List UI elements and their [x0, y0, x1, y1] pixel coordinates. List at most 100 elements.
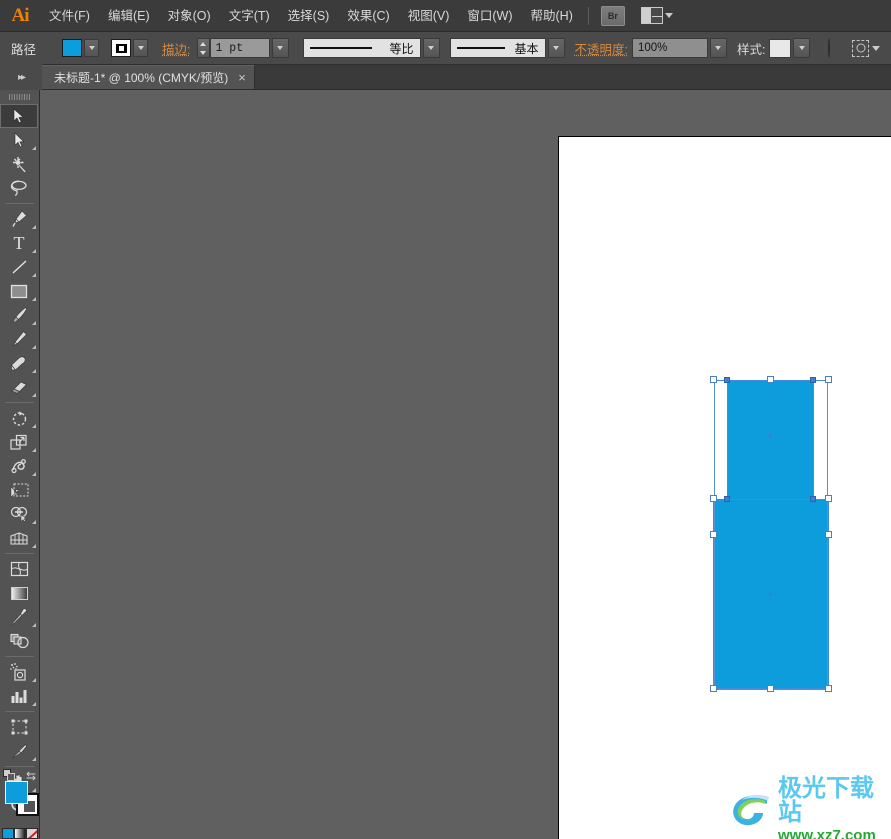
menu-view[interactable]: 视图(V) — [399, 0, 459, 32]
color-button[interactable] — [2, 828, 14, 839]
selection-handle-top-right[interactable] — [825, 376, 832, 383]
arrange-documents-button[interactable] — [641, 7, 673, 24]
brush-dropdown-button[interactable] — [548, 38, 565, 58]
paintbrush-tool[interactable] — [0, 303, 38, 327]
rotate-tool[interactable] — [0, 406, 38, 430]
menu-select[interactable]: 选择(S) — [279, 0, 339, 32]
menu-type[interactable]: 文字(T) — [220, 0, 279, 32]
stroke-link-label[interactable]: 描边: — [162, 39, 190, 58]
opacity-input[interactable]: 100% — [632, 38, 708, 58]
mesh-tool[interactable] — [0, 557, 38, 581]
lasso-tool[interactable] — [0, 176, 38, 200]
anchor-point-mid-right[interactable] — [810, 496, 816, 502]
selection-handle-middle-right[interactable] — [825, 531, 832, 538]
width-profile-select[interactable]: 等比 — [303, 38, 421, 58]
stroke-dropdown-button[interactable] — [133, 39, 148, 57]
flyout-indicator-icon — [32, 674, 36, 682]
rectangle-tool[interactable] — [0, 279, 38, 303]
flyout-indicator-icon — [32, 341, 36, 349]
menu-effect[interactable]: 效果(C) — [338, 0, 398, 32]
close-icon[interactable]: × — [238, 71, 246, 84]
symbol-sprayer-tool[interactable] — [0, 660, 38, 684]
blend-tool[interactable] — [0, 629, 38, 653]
gradient-tool[interactable] — [0, 581, 38, 605]
flyout-indicator-icon — [32, 389, 36, 397]
stroke-swatch[interactable] — [111, 39, 131, 57]
variable-width-profile-control[interactable]: 等比 — [303, 38, 440, 58]
none-button[interactable] — [26, 828, 38, 839]
fill-swatch[interactable] — [62, 39, 82, 57]
opacity-link-label[interactable]: 不透明度: — [575, 39, 628, 58]
menu-file[interactable]: 文件(F) — [40, 0, 99, 32]
transform-options-button[interactable] — [848, 38, 884, 59]
stroke-color-control[interactable] — [111, 39, 148, 57]
bridge-icon[interactable]: Br — [601, 6, 625, 26]
line-segment-tool[interactable] — [0, 255, 38, 279]
menu-object[interactable]: 对象(O) — [159, 0, 220, 32]
arrange-grid-icon — [641, 7, 663, 24]
scale-tool[interactable] — [0, 430, 38, 454]
selection-handle-middle-left[interactable] — [710, 531, 717, 538]
brush-select[interactable]: 基本 — [450, 38, 546, 58]
selection-handle-bottom-center[interactable] — [767, 685, 774, 692]
column-graph-tool[interactable] — [0, 684, 38, 708]
document-tab[interactable]: 未标题-1* @ 100% (CMYK/预览) × — [42, 65, 255, 89]
selection-handle-bottom-right[interactable] — [825, 685, 832, 692]
graphic-style-control[interactable]: 样式: — [737, 38, 810, 58]
rectangle-top[interactable] — [727, 381, 814, 499]
anchor-point-top-left[interactable] — [724, 377, 730, 383]
brush-definition-control[interactable]: 基本 — [450, 38, 565, 58]
selection-handle-bottom-left[interactable] — [710, 685, 717, 692]
blob-brush-tool[interactable] — [0, 351, 38, 375]
pen-tool[interactable] — [0, 207, 38, 231]
gradient-button[interactable] — [14, 828, 26, 839]
stroke-weight-stepper[interactable] — [197, 38, 210, 58]
selection-handle-mid-left-upper[interactable] — [710, 495, 717, 502]
perspective-grid-tool[interactable] — [0, 526, 38, 550]
tool-divider — [5, 766, 34, 767]
eyedropper-tool[interactable] — [0, 605, 38, 629]
style-dropdown-button[interactable] — [793, 38, 810, 58]
panel-collapse-button[interactable]: ▸▸ — [0, 65, 42, 90]
canvas-area[interactable]: 极光下载站 www.xz7.com — [40, 90, 891, 839]
free-transform-tool[interactable] — [0, 478, 38, 502]
opacity-dropdown-button[interactable] — [710, 38, 727, 58]
fill-color-control[interactable] — [62, 39, 99, 57]
selection-tool[interactable] — [0, 104, 38, 128]
recolor-artwork-icon[interactable] — [828, 38, 830, 58]
fill-dropdown-button[interactable] — [84, 39, 99, 57]
direct-selection-tool[interactable] — [0, 128, 38, 152]
shape-builder-tool[interactable] — [0, 502, 38, 526]
stroke-weight-control[interactable]: 描边: 1 pt — [162, 38, 288, 58]
slice-tool[interactable] — [0, 739, 38, 763]
watermark: 极光下载站 www.xz7.com — [729, 785, 887, 835]
tools-panel-grip[interactable] — [0, 90, 39, 104]
menu-help[interactable]: 帮助(H) — [522, 0, 582, 32]
artboard-tool[interactable] — [0, 715, 38, 739]
menu-window[interactable]: 窗口(W) — [458, 0, 521, 32]
transform-icon — [852, 40, 869, 57]
anchor-point-mid-left[interactable] — [724, 496, 730, 502]
stepper-down-icon[interactable] — [200, 51, 206, 55]
pencil-tool[interactable] — [0, 327, 38, 351]
selection-handle-top-center[interactable] — [767, 376, 774, 383]
width-profile-dropdown-button[interactable] — [423, 38, 440, 58]
selection-handle-top-left[interactable] — [710, 376, 717, 383]
eraser-tool[interactable] — [0, 375, 38, 399]
default-fill-stroke-icon[interactable] — [3, 769, 15, 781]
tool-divider — [5, 711, 34, 712]
stroke-weight-dropdown-button[interactable] — [272, 38, 289, 58]
menu-edit[interactable]: 编辑(E) — [99, 0, 159, 32]
width-tool[interactable] — [0, 454, 38, 478]
stroke-weight-input[interactable]: 1 pt — [210, 38, 270, 58]
fill-color-swatch[interactable] — [5, 781, 28, 804]
anchor-point-top-right[interactable] — [810, 377, 816, 383]
artboard[interactable] — [558, 136, 891, 839]
menu-items: 文件(F) 编辑(E) 对象(O) 文字(T) 选择(S) 效果(C) 视图(V… — [40, 0, 582, 32]
type-tool[interactable]: T — [0, 231, 38, 255]
stepper-up-icon[interactable] — [200, 42, 206, 46]
opacity-control[interactable]: 不透明度: 100% — [575, 38, 727, 58]
style-swatch[interactable] — [769, 39, 791, 58]
magic-wand-tool[interactable] — [0, 152, 38, 176]
selection-handle-mid-right-upper[interactable] — [825, 495, 832, 502]
